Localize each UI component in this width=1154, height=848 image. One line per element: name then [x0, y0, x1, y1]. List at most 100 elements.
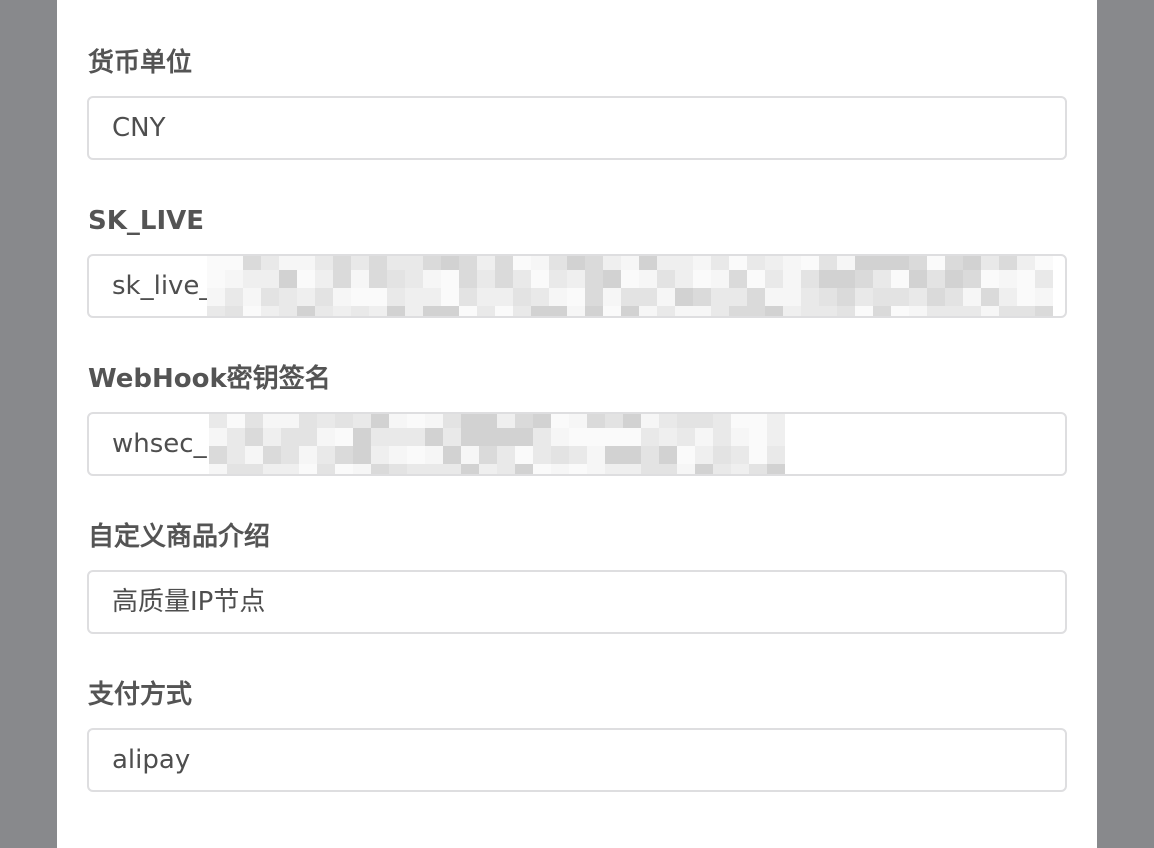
redaction-pixel: [713, 414, 731, 428]
redaction-pixel: [461, 446, 479, 464]
redaction-pixel: [657, 288, 675, 306]
redaction-pixel: [747, 256, 765, 270]
redaction-pixel: [297, 288, 315, 306]
redaction-pixel: [675, 256, 693, 270]
redaction-pixel: [461, 414, 479, 428]
redaction-pixel: [551, 446, 569, 464]
redaction-pixel: [335, 464, 353, 474]
redaction-pixel: [333, 256, 351, 270]
redaction-pixel: [351, 270, 369, 288]
redaction-pixel: [603, 270, 621, 288]
redaction-pixel: [407, 446, 425, 464]
redaction-pixel: [227, 446, 245, 464]
redaction-pixel: [515, 446, 533, 464]
redaction-pixel: [243, 270, 261, 288]
redaction-pixel: [225, 270, 243, 288]
sk-live-value: sk_live_: [112, 271, 213, 301]
redaction-pixel: [477, 306, 495, 316]
redaction-pixel: [639, 288, 657, 306]
redaction-pixel: [909, 306, 927, 316]
webhook-secret-input[interactable]: whsec_: [87, 412, 1067, 476]
redaction-pixel: [891, 256, 909, 270]
redaction-pixel: [659, 446, 677, 464]
redaction-pixel: [603, 288, 621, 306]
redaction-pixel: [441, 306, 459, 316]
redaction-pixel: [459, 256, 477, 270]
sk-live-redaction: [207, 256, 1065, 316]
redaction-pixel: [441, 270, 459, 288]
redaction-pixel: [999, 256, 1017, 270]
redaction-pixel: [837, 270, 855, 288]
payment-method-input[interactable]: alipay: [87, 728, 1067, 792]
redaction-pixel: [207, 306, 225, 316]
redaction-pixel: [767, 414, 785, 428]
redaction-pixel: [497, 428, 515, 446]
redaction-pixel: [657, 270, 675, 288]
redaction-pixel: [621, 288, 639, 306]
redaction-pixel: [677, 414, 695, 428]
redaction-pixel: [441, 288, 459, 306]
redaction-pixel: [495, 270, 513, 288]
redaction-pixel: [639, 256, 657, 270]
redaction-pixel: [605, 446, 623, 464]
sk-live-input[interactable]: sk_live_: [87, 254, 1067, 318]
redaction-pixel: [587, 446, 605, 464]
redaction-pixel: [711, 270, 729, 288]
redaction-pixel: [515, 464, 533, 474]
redaction-pixel: [639, 270, 657, 288]
redaction-pixel: [605, 428, 623, 446]
redaction-pixel: [713, 464, 731, 474]
redaction-pixel: [513, 288, 531, 306]
redaction-pixel: [279, 270, 297, 288]
redaction-pixel: [459, 306, 477, 316]
redaction-pixel: [443, 428, 461, 446]
payment-method-label: 支付方式: [88, 680, 193, 710]
redaction-pixel: [333, 270, 351, 288]
redaction-pixel: [585, 306, 603, 316]
redaction-pixel: [963, 306, 981, 316]
custom-product-description-input[interactable]: 高质量IP节点: [87, 570, 1067, 634]
redaction-pixel: [819, 306, 837, 316]
redaction-pixel: [567, 256, 585, 270]
redaction-pixel: [587, 428, 605, 446]
currency-unit-input[interactable]: CNY: [87, 96, 1067, 160]
redaction-pixel: [497, 464, 515, 474]
redaction-pixel: [749, 464, 767, 474]
redaction-pixel: [263, 428, 281, 446]
redaction-pixel: [999, 270, 1017, 288]
redaction-pixel: [569, 414, 587, 428]
redaction-pixel: [389, 446, 407, 464]
redaction-pixel: [569, 428, 587, 446]
redaction-pixel: [245, 446, 263, 464]
redaction-pixel: [695, 414, 713, 428]
redaction-pixel: [837, 256, 855, 270]
redaction-pixel: [425, 464, 443, 474]
redaction-pixel: [765, 256, 783, 270]
redaction-pixel: [551, 464, 569, 474]
redaction-pixel: [623, 446, 641, 464]
redaction-pixel: [353, 428, 371, 446]
redaction-pixel: [279, 306, 297, 316]
redaction-pixel: [693, 288, 711, 306]
redaction-pixel: [315, 270, 333, 288]
redaction-pixel: [479, 414, 497, 428]
redaction-pixel: [641, 414, 659, 428]
redaction-pixel: [533, 446, 551, 464]
redaction-pixel: [605, 414, 623, 428]
redaction-pixel: [317, 428, 335, 446]
redaction-pixel: [533, 464, 551, 474]
redaction-pixel: [585, 270, 603, 288]
redaction-pixel: [369, 256, 387, 270]
redaction-pixel: [209, 464, 227, 474]
redaction-pixel: [945, 270, 963, 288]
redaction-pixel: [549, 288, 567, 306]
redaction-pixel: [747, 270, 765, 288]
redaction-pixel: [675, 288, 693, 306]
redaction-pixel: [729, 306, 747, 316]
redaction-pixel: [209, 414, 227, 428]
redaction-pixel: [425, 428, 443, 446]
redaction-pixel: [621, 306, 639, 316]
redaction-pixel: [657, 256, 675, 270]
redaction-pixel: [585, 256, 603, 270]
redaction-pixel: [765, 270, 783, 288]
